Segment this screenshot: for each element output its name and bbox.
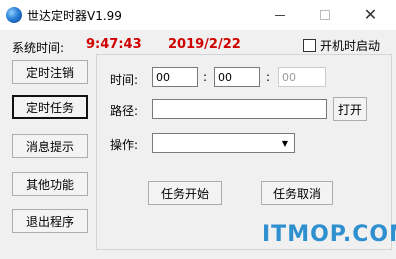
path-label: 路径: <box>110 104 139 118</box>
operation-label: 操作: <box>110 138 139 152</box>
startup-checkbox[interactable] <box>303 39 316 52</box>
close-icon: ✕ <box>363 5 378 24</box>
sidebar-button-scheduled-task[interactable]: 定时任务 <box>12 95 88 119</box>
time-separator: : <box>203 70 208 84</box>
sidebar-button-label: 定时注销 <box>25 65 74 80</box>
second-input: 00 <box>278 67 326 87</box>
maximize-icon <box>319 10 330 20</box>
cancel-task-button[interactable]: 任务取消 <box>261 181 333 205</box>
window-title: 世达定时器V1.99 <box>27 9 122 23</box>
time-label: 时间: <box>110 73 139 87</box>
open-button-label: 打开 <box>337 102 362 117</box>
operation-select[interactable]: ▼ <box>152 133 295 153</box>
sidebar-button-label: 消息提示 <box>25 139 74 154</box>
open-button[interactable]: 打开 <box>333 97 367 121</box>
minimize-icon <box>274 14 285 16</box>
startup-option[interactable]: 开机时启动 <box>303 37 380 54</box>
system-date-value: 2019/2/22 <box>168 37 241 52</box>
system-time-label: 系统时间: <box>12 41 65 55</box>
path-input[interactable] <box>152 99 327 119</box>
hour-input[interactable]: 00 <box>152 67 198 87</box>
system-time-value: 9:47:43 <box>86 37 142 52</box>
sidebar-button-logoff[interactable]: 定时注销 <box>12 60 88 84</box>
start-task-button[interactable]: 任务开始 <box>148 181 222 205</box>
cancel-task-label: 任务取消 <box>272 186 321 201</box>
sidebar-button-other[interactable]: 其他功能 <box>12 172 88 196</box>
start-task-label: 任务开始 <box>160 186 209 201</box>
sidebar-button-label: 定时任务 <box>25 100 74 115</box>
watermark-logo: ITMOP.COM <box>262 222 396 247</box>
startup-label: 开机时启动 <box>320 39 381 53</box>
sidebar-button-label: 退出程序 <box>25 214 74 229</box>
maximize-button[interactable] <box>302 0 347 30</box>
minimize-button[interactable] <box>257 0 302 30</box>
title-bar: 世达定时器V1.99 ✕ <box>0 0 396 30</box>
close-button[interactable]: ✕ <box>348 0 393 30</box>
globe-icon <box>6 7 22 23</box>
sidebar-button-exit[interactable]: 退出程序 <box>12 209 88 233</box>
sidebar-button-label: 其他功能 <box>25 177 74 192</box>
time-separator: : <box>266 70 271 84</box>
sidebar-button-message[interactable]: 消息提示 <box>12 134 88 158</box>
minute-input[interactable]: 00 <box>214 67 260 87</box>
chevron-down-icon[interactable]: ▼ <box>277 135 293 151</box>
client-area: 系统时间: 9:47:43 2019/2/22 开机时启动 定时注销 定时任务 … <box>0 30 396 259</box>
